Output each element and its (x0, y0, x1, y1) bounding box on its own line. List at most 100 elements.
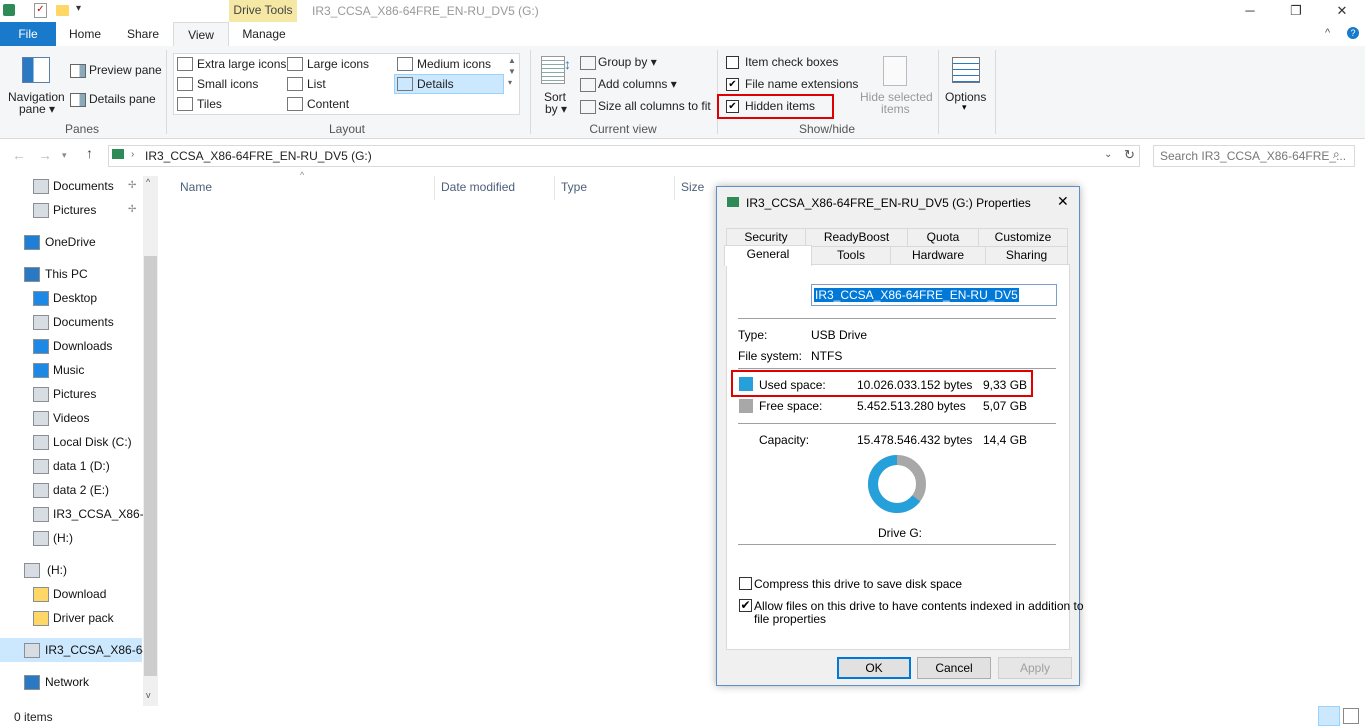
tab-readyboost[interactable]: ReadyBoost (805, 228, 908, 247)
tab-file[interactable]: File (0, 22, 56, 46)
cancel-button[interactable]: Cancel (917, 657, 991, 679)
layout-extra-large-icons[interactable]: Extra large icons (197, 57, 286, 71)
nav-item-icon (33, 507, 49, 522)
nav-item[interactable]: Network (0, 670, 142, 694)
large-icons-view-icon[interactable] (1343, 708, 1359, 724)
dialog-close-icon[interactable]: ✕ (1057, 193, 1069, 210)
size-all-columns-button[interactable]: Size all columns to fit (598, 99, 711, 113)
nav-item[interactable]: OneDrive (0, 230, 142, 254)
nav-item[interactable]: Pictures (0, 198, 142, 222)
nav-item[interactable]: data 2 (E:) (0, 478, 142, 502)
compress-drive-label[interactable]: Compress this drive to save disk space (754, 577, 962, 591)
nav-item[interactable]: IR3_CCSA_X86-64 (0, 502, 157, 526)
tab-quota[interactable]: Quota (907, 228, 979, 247)
nav-item[interactable]: Videos (0, 406, 142, 430)
minimize-button[interactable]: ─ (1227, 0, 1273, 22)
layout-list[interactable]: List (307, 77, 326, 91)
column-header-type[interactable]: Type (561, 180, 587, 194)
collapse-ribbon-icon[interactable]: ^ (1325, 27, 1330, 39)
breadcrumb-path[interactable]: IR3_CCSA_X86-64FRE_EN-RU_DV5 (G:) (145, 149, 372, 163)
new-folder-quick-icon[interactable] (56, 5, 69, 16)
nav-item[interactable]: IR3_CCSA_X86-64F (0, 638, 156, 662)
compress-drive-checkbox[interactable] (739, 577, 752, 590)
nav-item[interactable]: Music (0, 358, 142, 382)
column-divider (554, 176, 555, 200)
file-name-extensions-label[interactable]: File name extensions (745, 77, 858, 91)
title-bar (0, 0, 1365, 22)
customize-toolbar-icon[interactable]: ▾ (76, 3, 81, 14)
gallery-scroll-icon[interactable]: ▲ ▼ ▾ (508, 55, 516, 88)
tab-view[interactable]: View (173, 22, 229, 48)
add-columns-button[interactable]: Add columns ▾ (598, 77, 677, 91)
refresh-icon[interactable]: ↻ (1124, 147, 1135, 163)
nav-item[interactable]: Pictures (0, 382, 142, 406)
properties-quick-icon[interactable]: ✓ (34, 3, 47, 18)
nav-item[interactable]: Local Disk (C:) (0, 430, 142, 454)
column-header-date-modified[interactable]: Date modified (441, 180, 515, 194)
nav-item[interactable]: This PC (0, 262, 142, 286)
search-icon[interactable]: ⌕ (1333, 147, 1340, 162)
up-icon[interactable]: ↑ (86, 145, 93, 161)
breadcrumb-chevron-icon[interactable]: › (131, 149, 134, 160)
nav-item[interactable]: (H:) (0, 526, 142, 550)
ok-button[interactable]: OK (837, 657, 911, 679)
recent-locations-icon[interactable]: ▾ (62, 150, 67, 161)
nav-item[interactable]: Driver pack (0, 606, 142, 630)
tab-customize[interactable]: Customize (978, 228, 1068, 247)
maximize-button[interactable]: ❐ (1273, 0, 1319, 22)
layout-small-icons[interactable]: Small icons (197, 77, 258, 91)
nav-item[interactable]: Download (0, 582, 142, 606)
sort-by-dropdown[interactable]: by ▾ (545, 102, 567, 116)
nav-item[interactable]: (H:) (0, 558, 142, 582)
address-dropdown-icon[interactable]: ⌄ (1104, 149, 1112, 160)
tab-general[interactable]: General (724, 245, 812, 266)
tab-hardware[interactable]: Hardware (890, 246, 986, 265)
apply-button[interactable]: Apply (998, 657, 1072, 679)
layout-content[interactable]: Content (307, 97, 349, 111)
layout-medium-icons[interactable]: Medium icons (417, 57, 491, 71)
forward-icon[interactable]: → (38, 147, 52, 163)
nav-scroll-thumb[interactable] (144, 256, 157, 676)
pin-icon[interactable]: ✢ (128, 204, 136, 215)
nav-item[interactable]: Downloads (0, 334, 142, 358)
pin-icon[interactable]: ✢ (128, 180, 136, 191)
free-space-gb: 5,07 GB (983, 399, 1028, 413)
type-label: Type: (738, 328, 768, 342)
navigation-pane-icon[interactable] (22, 57, 50, 83)
file-name-extensions-checkbox[interactable]: ✔ (726, 78, 739, 91)
scroll-up-icon[interactable]: ^ (146, 177, 150, 187)
tab-tools[interactable]: Tools (811, 246, 891, 265)
item-check-boxes-label[interactable]: Item check boxes (745, 55, 838, 69)
options-icon[interactable] (952, 57, 980, 83)
details-pane-button[interactable]: Details pane (89, 92, 156, 106)
nav-item[interactable]: Desktop (0, 286, 142, 310)
details-view-icon[interactable] (1318, 706, 1340, 726)
layout-large-icons[interactable]: Large icons (307, 57, 369, 71)
layout-tiles[interactable]: Tiles (197, 97, 222, 111)
item-check-boxes-checkbox[interactable] (726, 56, 739, 69)
column-header-size[interactable]: Size (681, 180, 704, 194)
allow-indexing-checkbox[interactable]: ✔ (739, 599, 752, 612)
app-icon[interactable] (3, 4, 15, 16)
close-window-button[interactable]: ✕ (1319, 0, 1365, 22)
nav-item[interactable]: Documents (0, 174, 142, 198)
options-dropdown-icon[interactable]: ▾ (962, 102, 967, 113)
column-header-name[interactable]: Name (180, 180, 212, 194)
layout-details[interactable]: Details (417, 77, 454, 91)
preview-pane-button[interactable]: Preview pane (89, 63, 162, 77)
help-icon[interactable]: ? (1347, 27, 1359, 39)
group-by-button[interactable]: Group by ▾ (598, 55, 657, 69)
navigation-pane-dropdown[interactable]: pane ▾ (19, 102, 55, 116)
nav-item-icon (33, 411, 49, 426)
tab-sharing[interactable]: Sharing (985, 246, 1068, 265)
nav-item-label: data 1 (D:) (53, 459, 110, 473)
sort-by-icon[interactable] (541, 56, 565, 84)
nav-item[interactable]: Documents (0, 310, 142, 334)
back-icon[interactable]: ← (12, 147, 26, 163)
allow-indexing-label[interactable]: Allow files on this drive to have conten… (754, 599, 1084, 613)
nav-item[interactable]: data 1 (D:) (0, 454, 142, 478)
tab-share[interactable]: Share (118, 22, 168, 46)
tab-home[interactable]: Home (60, 22, 110, 46)
scroll-down-icon[interactable]: v (146, 690, 151, 700)
tab-manage[interactable]: Manage (231, 22, 297, 46)
